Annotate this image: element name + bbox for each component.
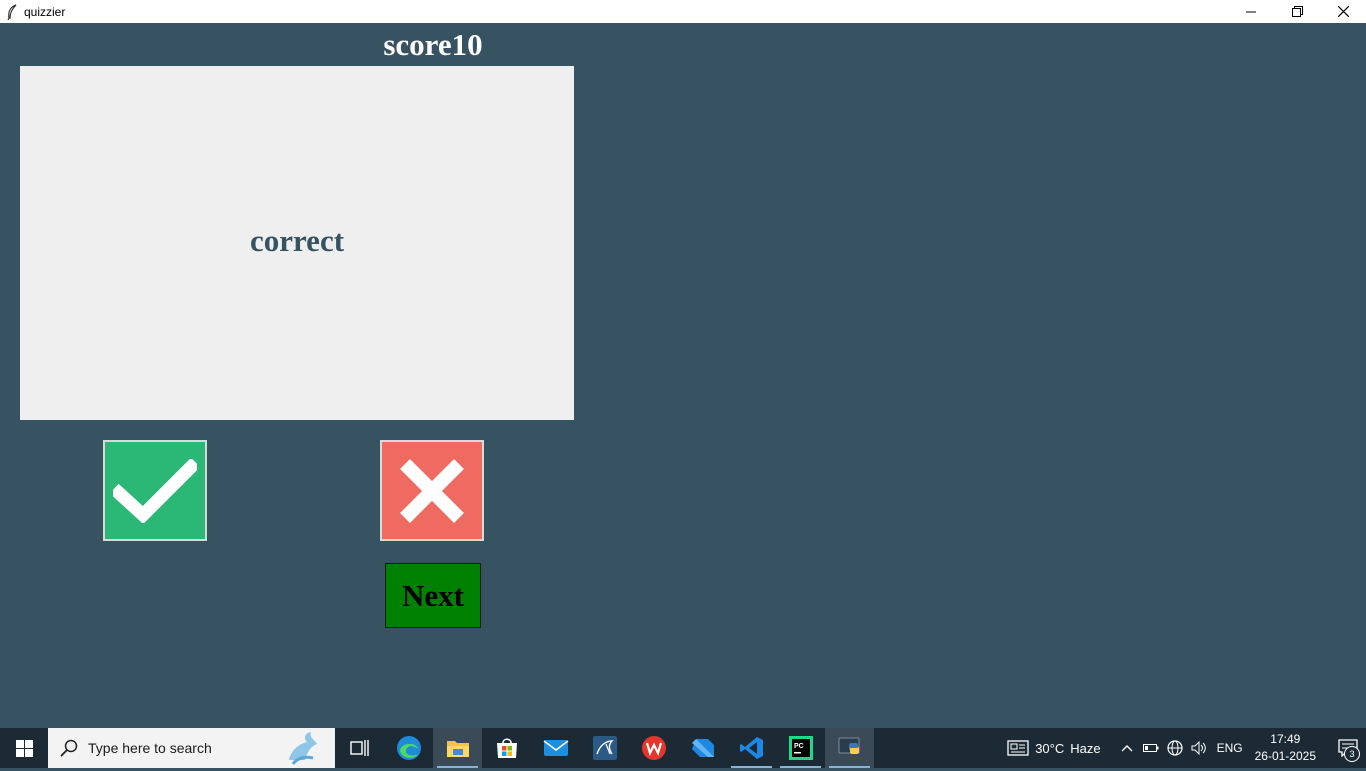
news-weather-icon (1007, 740, 1029, 756)
taskbar-task-view[interactable] (335, 728, 384, 768)
globe-icon (1166, 740, 1183, 756)
taskbar-mail[interactable] (531, 728, 580, 768)
battery-icon (1142, 744, 1159, 752)
weather-condition: Haze (1070, 740, 1101, 756)
chevron-up-icon (1121, 745, 1133, 752)
clock-time: 17:49 (1270, 732, 1301, 746)
minimize-button[interactable] (1228, 0, 1274, 23)
true-button[interactable] (103, 440, 207, 541)
taskbar-pycharm[interactable]: PC (776, 728, 825, 768)
taskbar-microsoft-store[interactable] (482, 728, 531, 768)
false-button[interactable] (380, 440, 484, 541)
minimize-icon (1246, 11, 1256, 12)
windows-icon (15, 739, 33, 757)
mail-icon (543, 740, 568, 756)
close-button[interactable] (1320, 0, 1366, 23)
feather-icon (4, 3, 20, 20)
taskbar-edge[interactable] (384, 728, 433, 768)
task-view-icon (349, 740, 369, 756)
clock-date: 26-01-2025 (1254, 749, 1316, 763)
taskbar-file-explorer[interactable] (433, 728, 482, 768)
vscode-icon (739, 737, 763, 759)
svg-text:PC: PC (794, 743, 804, 750)
search-placeholder: Type here to search (88, 740, 212, 756)
close-icon (1337, 6, 1349, 17)
language-indicator[interactable]: ENG (1217, 741, 1243, 755)
tray-clock[interactable]: 17:49 26-01-2025 (1255, 731, 1316, 765)
weather-temperature: 30°C (1035, 740, 1065, 756)
pycharm-icon: PC (788, 736, 813, 760)
taskbar-vscode[interactable] (727, 728, 776, 768)
question-text: correct (249, 223, 345, 258)
window-titlebar: quizzier (0, 0, 1366, 23)
weather-widget[interactable]: 30°C Haze (1007, 740, 1101, 756)
search-highlight-art-icon (281, 730, 321, 771)
taskbar-python[interactable] (825, 728, 874, 768)
store-icon (496, 738, 517, 758)
restore-button[interactable] (1274, 0, 1320, 23)
notification-center-button[interactable]: 3 (1330, 728, 1366, 768)
taskbar-search-box[interactable]: Type here to search (48, 728, 335, 768)
x-icon (400, 458, 464, 523)
python-icon (838, 737, 859, 754)
dart-icon (691, 739, 714, 757)
system-tray: 30°C Haze ENG 17:49 26-01-2025 3 (1007, 728, 1366, 768)
edge-icon (396, 736, 421, 760)
taskbar-mysql-workbench[interactable] (580, 728, 629, 768)
start-button[interactable] (0, 728, 48, 768)
taskbar-dart[interactable] (678, 728, 727, 768)
window-title: quizzier (24, 4, 66, 19)
mysql-workbench-icon (592, 736, 617, 760)
speaker-icon (1191, 741, 1206, 755)
notification-count-badge: 3 (1344, 746, 1360, 762)
folder-icon (446, 741, 469, 757)
question-card: correct (20, 66, 574, 420)
next-button[interactable]: Next (385, 563, 481, 628)
tray-battery[interactable] (1139, 728, 1163, 768)
check-icon (113, 458, 197, 523)
restore-icon (1291, 6, 1303, 17)
search-icon (60, 739, 78, 757)
tray-network[interactable] (1163, 728, 1187, 768)
taskbar-wps-office[interactable] (629, 728, 678, 768)
tray-volume[interactable] (1187, 728, 1211, 768)
score-label: score10 (383, 27, 483, 62)
tray-overflow-button[interactable] (1115, 728, 1139, 768)
taskbar: Type here to search PC 30°C Haze ENG 17:… (0, 728, 1366, 768)
wps-office-icon (641, 736, 666, 760)
